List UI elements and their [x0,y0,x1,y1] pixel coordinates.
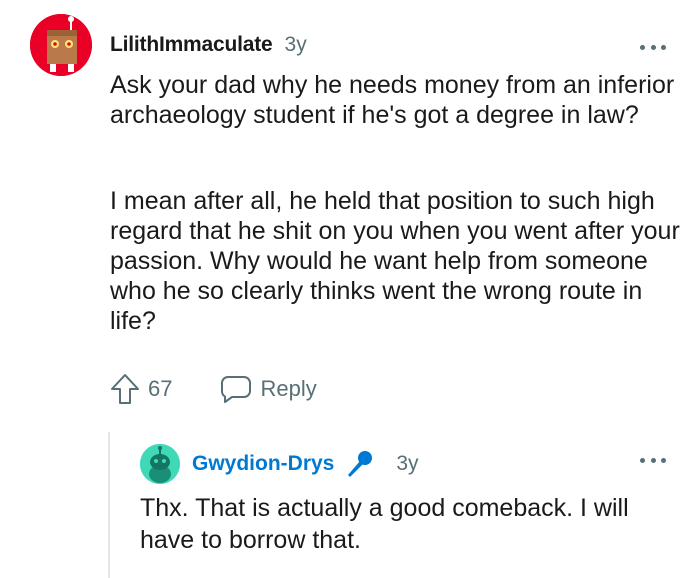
comment-thread: LilithImmaculate 3y Ask your dad why he … [0,0,700,578]
reply-age: 3y [396,452,419,475]
reply-more-options-icon[interactable] [640,455,666,465]
vote-count: 67 [148,376,173,401]
comment-age: 3y [284,33,307,56]
thread-line[interactable] [108,432,110,578]
reply-avatar[interactable] [140,444,180,484]
upvote-button[interactable]: 67 [110,373,172,405]
comment-username[interactable]: LilithImmaculate [110,33,273,57]
reply-bubble-icon [221,376,252,403]
comment-paragraph: Ask your dad why he needs money from an … [110,71,675,129]
comment-header: LilithImmaculate 3y [110,30,307,60]
more-options-icon[interactable] [640,42,666,52]
snoo-box-avatar-icon [30,14,92,76]
reply-body: Thx. That is actually a good comeback. I… [140,494,629,554]
comment-actions: 67 Reply [110,370,317,408]
reply-username[interactable]: Gwydion-Drys [192,452,334,476]
microphone-icon [344,449,374,479]
comment-paragraph: I mean after all, he held that position … [110,187,680,335]
reply-button[interactable]: Reply [220,374,317,404]
upvote-arrow-icon [111,374,139,404]
avatar[interactable] [30,14,92,76]
reply-header: Gwydion-Drys 3y [192,448,419,480]
snoo-avatar-icon [140,444,180,484]
reply-label: Reply [260,376,317,401]
